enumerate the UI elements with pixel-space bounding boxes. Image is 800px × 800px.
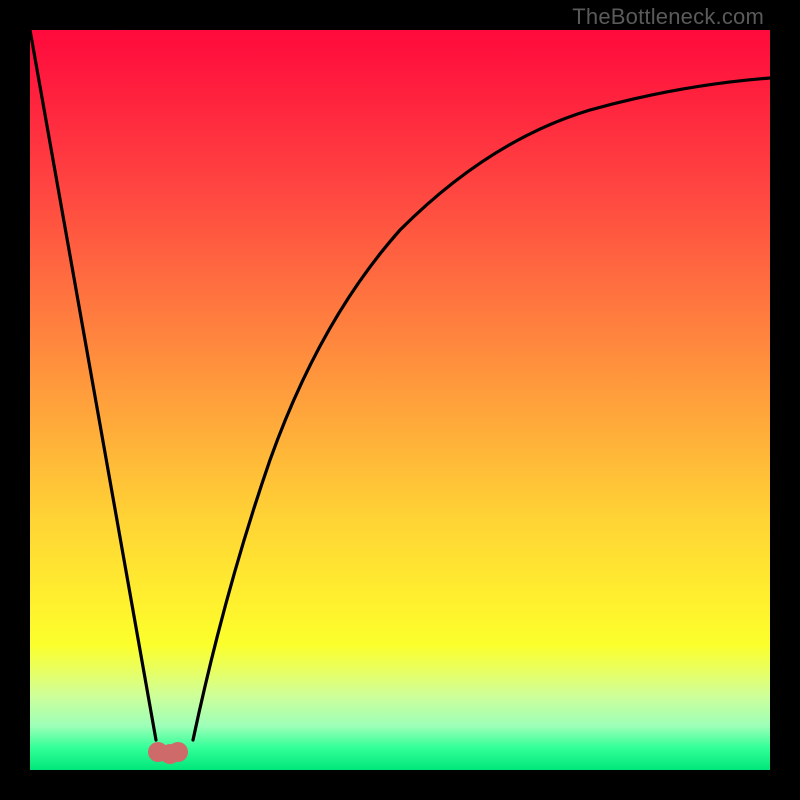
watermark-text: TheBottleneck.com (572, 4, 764, 30)
left-line (30, 30, 156, 740)
chart-frame: TheBottleneck.com (0, 0, 800, 800)
plot-area (30, 30, 770, 770)
optimum-marker (148, 740, 188, 764)
right-curve (193, 78, 770, 740)
curve-layer (30, 30, 770, 770)
marker-dot (168, 742, 188, 762)
